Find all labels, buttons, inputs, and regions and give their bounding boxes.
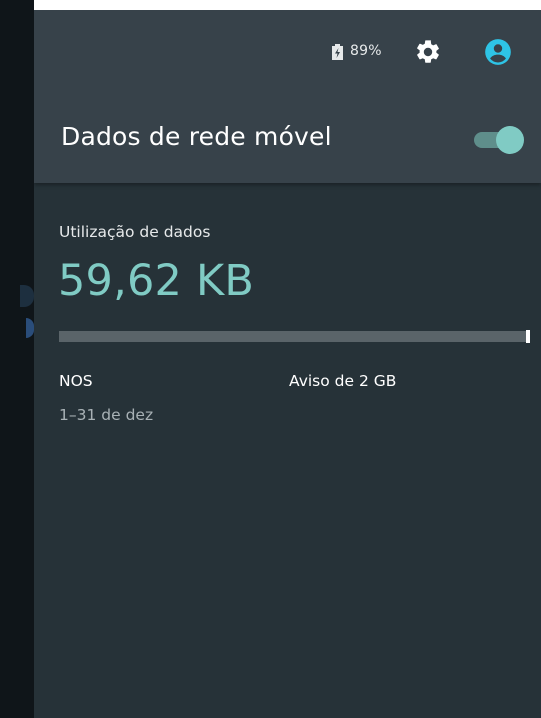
quick-settings-panel: 89% Dados de rede móvel Utilização de da… — [34, 10, 541, 718]
data-usage-progress-bar[interactable] — [59, 330, 530, 343]
background-strip — [0, 0, 34, 718]
data-usage-label: Utilização de dados — [59, 223, 211, 241]
data-limit-marker — [526, 330, 530, 343]
toggle-thumb — [496, 126, 524, 154]
background-blur-shape — [20, 285, 34, 307]
account-circle-icon[interactable] — [484, 38, 512, 66]
mobile-data-toggle[interactable] — [474, 126, 524, 154]
battery-charging-icon — [332, 44, 343, 60]
carrier-name: NOS — [59, 372, 93, 390]
billing-period: 1–31 de dez — [59, 406, 154, 424]
gear-icon[interactable] — [414, 38, 442, 66]
data-warning-label: Aviso de 2 GB — [289, 372, 397, 390]
status-row: 89% — [34, 38, 541, 68]
panel-header: 89% Dados de rede móvel — [34, 10, 541, 183]
background-blur-shape-blue — [26, 318, 34, 338]
mobile-data-title: Dados de rede móvel — [61, 122, 332, 151]
data-usage-value: 59,62 KB — [58, 256, 255, 306]
battery-percentage: 89% — [350, 43, 382, 59]
